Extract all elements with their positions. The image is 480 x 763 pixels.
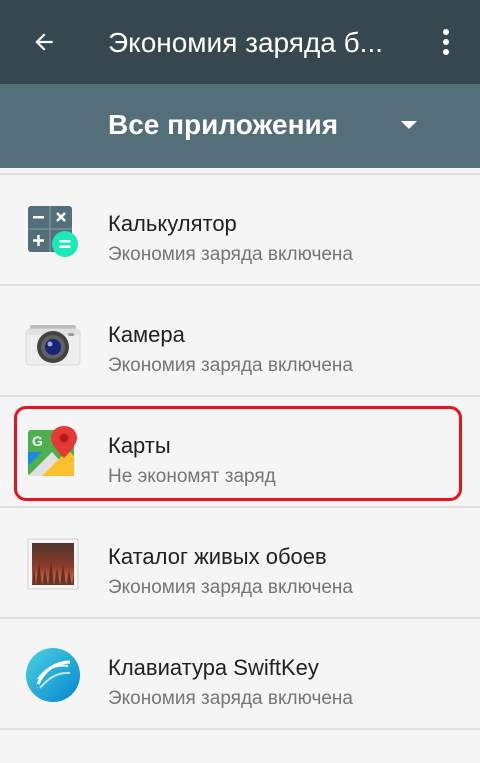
calculator-icon — [28, 206, 78, 257]
app-list: Калькулятор Экономия заряда включена Кам… — [0, 168, 480, 763]
dropdown-arrow-icon — [401, 121, 417, 129]
app-status: Экономия заряда включена — [108, 688, 353, 709]
app-name: Калькулятор — [108, 211, 237, 236]
live-wallpaper-icon — [27, 538, 79, 590]
app-filter-dropdown[interactable]: Все приложения — [0, 84, 480, 168]
app-status: Экономия заряда включена — [108, 355, 353, 376]
more-vert-icon — [443, 29, 449, 55]
arrow-back-icon — [35, 33, 53, 51]
app-status: Экономия заряда включена — [108, 577, 353, 598]
app-row-calculator[interactable]: Калькулятор Экономия заряда включена — [0, 175, 480, 286]
app-status: Экономия заряда включена — [108, 244, 353, 265]
list-divider — [0, 728, 480, 730]
app-name: Клавиатура SwiftKey — [108, 655, 319, 680]
app-row-live-wallpapers[interactable]: Каталог живых обоев Экономия заряда вклю… — [0, 508, 480, 619]
overflow-menu-button[interactable] — [426, 22, 466, 62]
page-title: Экономия заряда б... — [108, 27, 384, 58]
app-bar: Экономия заряда б... — [0, 0, 480, 84]
app-row-maps[interactable]: G Карты Не экономят заряд — [0, 397, 480, 508]
app-name: Каталог живых обоев — [108, 544, 327, 569]
app-row-swiftkey[interactable]: Клавиатура SwiftKey Экономия заряда вклю… — [0, 619, 480, 730]
filter-bar: Все приложения — [0, 84, 480, 168]
app-name: Камера — [108, 322, 185, 347]
app-row-camera[interactable]: Камера Экономия заряда включена — [0, 286, 480, 397]
camera-icon — [25, 325, 81, 366]
back-button[interactable] — [22, 20, 66, 64]
svg-text:G: G — [32, 433, 43, 449]
filter-selected-label: Все приложения — [108, 109, 339, 140]
app-name: Карты — [108, 433, 171, 458]
swiftkey-icon — [26, 648, 80, 702]
app-status: Не экономят заряд — [108, 466, 276, 487]
maps-icon: G — [28, 426, 77, 476]
